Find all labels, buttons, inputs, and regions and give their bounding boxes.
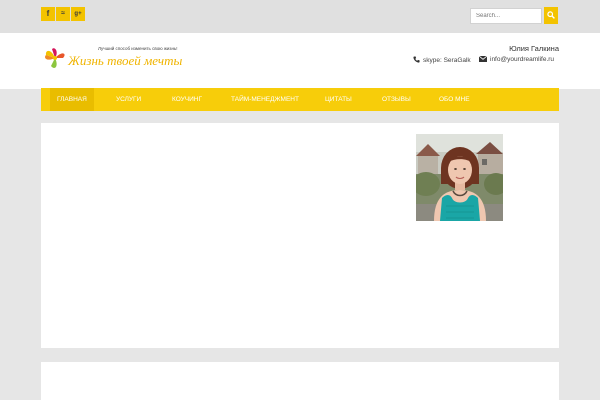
search-input[interactable]: [470, 8, 542, 24]
nav-item-reviews[interactable]: ОТЗЫВЫ: [382, 88, 411, 111]
facebook-icon[interactable]: f: [41, 7, 55, 21]
nav-item-about[interactable]: ОБО МНЕ: [439, 88, 470, 111]
phone-icon: [413, 56, 420, 63]
author-photo: [416, 134, 503, 221]
site-logo[interactable]: Лучший способ изменить свою жизнь! Жизнь…: [41, 42, 191, 72]
google-plus-icon[interactable]: g+: [71, 7, 85, 21]
search-button[interactable]: [544, 7, 558, 24]
nav-item-home[interactable]: ГЛАВНАЯ: [50, 88, 94, 111]
skype-label: skype: SeraGalk: [423, 57, 471, 64]
top-bar: f ≈ g+: [0, 0, 600, 33]
content-panel-secondary: [41, 362, 559, 400]
search-icon: [547, 11, 555, 19]
site-header: Лучший способ изменить свою жизнь! Жизнь…: [0, 33, 600, 89]
main-nav: ГЛАВНАЯ УСЛУГИ КОУЧИНГ ТАЙМ-МЕНЕДЖМЕНТ Ц…: [41, 88, 559, 111]
content-panel: [41, 123, 559, 348]
email-contact[interactable]: info@yourdreamlife.ru: [478, 55, 555, 63]
envelope-icon: [478, 55, 488, 62]
email-label: info@yourdreamlife.ru: [490, 56, 555, 63]
nav-item-quotes[interactable]: ЦИТАТЫ: [325, 88, 352, 111]
logo-tagline: Лучший способ изменить свою жизнь!: [98, 46, 178, 51]
nav-item-coaching[interactable]: КОУЧИНГ: [172, 88, 202, 111]
skype-contact[interactable]: skype: SeraGalk: [413, 56, 471, 64]
logo-mark-icon: [45, 48, 65, 69]
rss-icon[interactable]: ≈: [56, 7, 70, 21]
nav-item-services[interactable]: УСЛУГИ: [116, 88, 141, 111]
logo-title: Жизнь твоей мечты: [68, 53, 183, 68]
nav-item-time-management[interactable]: ТАЙМ-МЕНЕДЖМЕНТ: [231, 88, 299, 111]
author-name: Юлия Галкина: [509, 44, 559, 53]
